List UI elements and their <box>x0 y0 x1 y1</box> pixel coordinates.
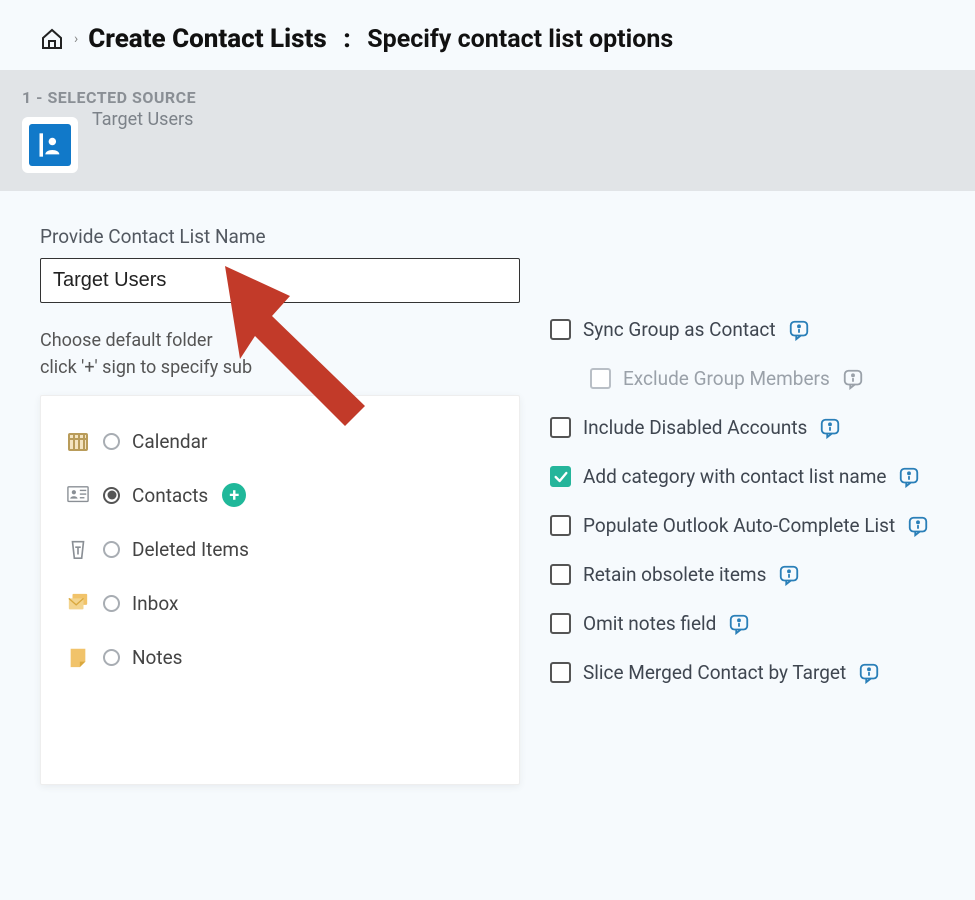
folder-label: Notes <box>132 646 183 669</box>
breadcrumb-separator: › <box>74 31 78 47</box>
contact-book-icon <box>29 124 71 166</box>
option-omit-notes[interactable]: Omit notes field <box>550 599 935 648</box>
option-label: Omit notes field <box>583 612 716 635</box>
inbox-icon <box>65 590 91 616</box>
checkbox-omit-notes[interactable] <box>550 613 571 634</box>
step-label: 1 - SELECTED SOURCE <box>22 88 953 107</box>
options-list: Sync Group as Contact Exclude Group Memb… <box>550 305 935 785</box>
option-label: Slice Merged Contact by Target <box>583 661 846 684</box>
folder-item-deleted[interactable]: Deleted Items <box>61 522 499 576</box>
page-title: Create Contact Lists <box>88 24 327 54</box>
add-subfolder-button[interactable]: + <box>222 483 246 507</box>
option-label: Retain obsolete items <box>583 563 766 586</box>
folder-radio-deleted[interactable] <box>103 541 120 558</box>
folder-item-inbox[interactable]: Inbox <box>61 576 499 630</box>
option-label: Exclude Group Members <box>623 367 830 390</box>
breadcrumb: › Create Contact Lists : Specify contact… <box>0 0 975 70</box>
info-icon[interactable] <box>858 662 880 684</box>
checkbox-exclude-members <box>590 368 611 389</box>
title-colon: : <box>337 24 358 54</box>
notes-icon <box>65 644 91 670</box>
folder-radio-notes[interactable] <box>103 649 120 666</box>
folder-help-text: Choose default folder click '+' sign to … <box>40 327 520 381</box>
checkbox-slice-merged[interactable] <box>550 662 571 683</box>
checkbox-sync-group[interactable] <box>550 319 571 340</box>
info-icon[interactable] <box>778 564 800 586</box>
folder-list: Calendar Conta <box>40 395 520 785</box>
info-icon[interactable] <box>898 466 920 488</box>
checkbox-add-category[interactable] <box>550 466 571 487</box>
folder-radio-inbox[interactable] <box>103 595 120 612</box>
folder-radio-calendar[interactable] <box>103 433 120 450</box>
name-field-label: Provide Contact List Name <box>40 225 520 248</box>
folder-radio-contacts[interactable] <box>103 487 120 504</box>
contact-card-icon <box>65 482 91 508</box>
trash-icon <box>65 536 91 562</box>
option-include-disabled[interactable]: Include Disabled Accounts <box>550 403 935 452</box>
source-name: Target Users <box>92 109 193 130</box>
source-icon-container <box>22 117 78 173</box>
folder-item-contacts[interactable]: Contacts + <box>61 468 499 522</box>
option-label: Include Disabled Accounts <box>583 416 807 439</box>
folder-item-notes[interactable]: Notes <box>61 630 499 684</box>
calendar-icon <box>65 428 91 454</box>
checkbox-populate-autocomplete[interactable] <box>550 515 571 536</box>
option-slice-merged[interactable]: Slice Merged Contact by Target <box>550 648 935 697</box>
info-icon[interactable] <box>907 515 929 537</box>
folder-label: Deleted Items <box>132 538 249 561</box>
folder-item-calendar[interactable]: Calendar <box>61 414 499 468</box>
option-label: Populate Outlook Auto-Complete List <box>583 514 895 537</box>
selected-source-bar: 1 - SELECTED SOURCE Target Users <box>0 70 975 191</box>
contact-list-name-input[interactable] <box>40 258 520 303</box>
info-icon[interactable] <box>819 417 841 439</box>
option-add-category[interactable]: Add category with contact list name <box>550 452 935 501</box>
option-exclude-members: Exclude Group Members <box>550 354 935 403</box>
option-label: Add category with contact list name <box>583 465 886 488</box>
option-populate-autocomplete[interactable]: Populate Outlook Auto-Complete List <box>550 501 935 550</box>
folder-label: Contacts <box>132 484 208 507</box>
info-icon[interactable] <box>842 368 864 390</box>
folder-label: Calendar <box>132 430 207 453</box>
info-icon[interactable] <box>788 319 810 341</box>
option-sync-group[interactable]: Sync Group as Contact <box>550 305 935 354</box>
home-icon[interactable] <box>40 27 64 51</box>
option-label: Sync Group as Contact <box>583 318 776 341</box>
checkbox-include-disabled[interactable] <box>550 417 571 438</box>
option-retain-obsolete[interactable]: Retain obsolete items <box>550 550 935 599</box>
folder-label: Inbox <box>132 592 178 615</box>
page-subtitle: Specify contact list options <box>367 25 673 54</box>
info-icon[interactable] <box>728 613 750 635</box>
checkbox-retain-obsolete[interactable] <box>550 564 571 585</box>
